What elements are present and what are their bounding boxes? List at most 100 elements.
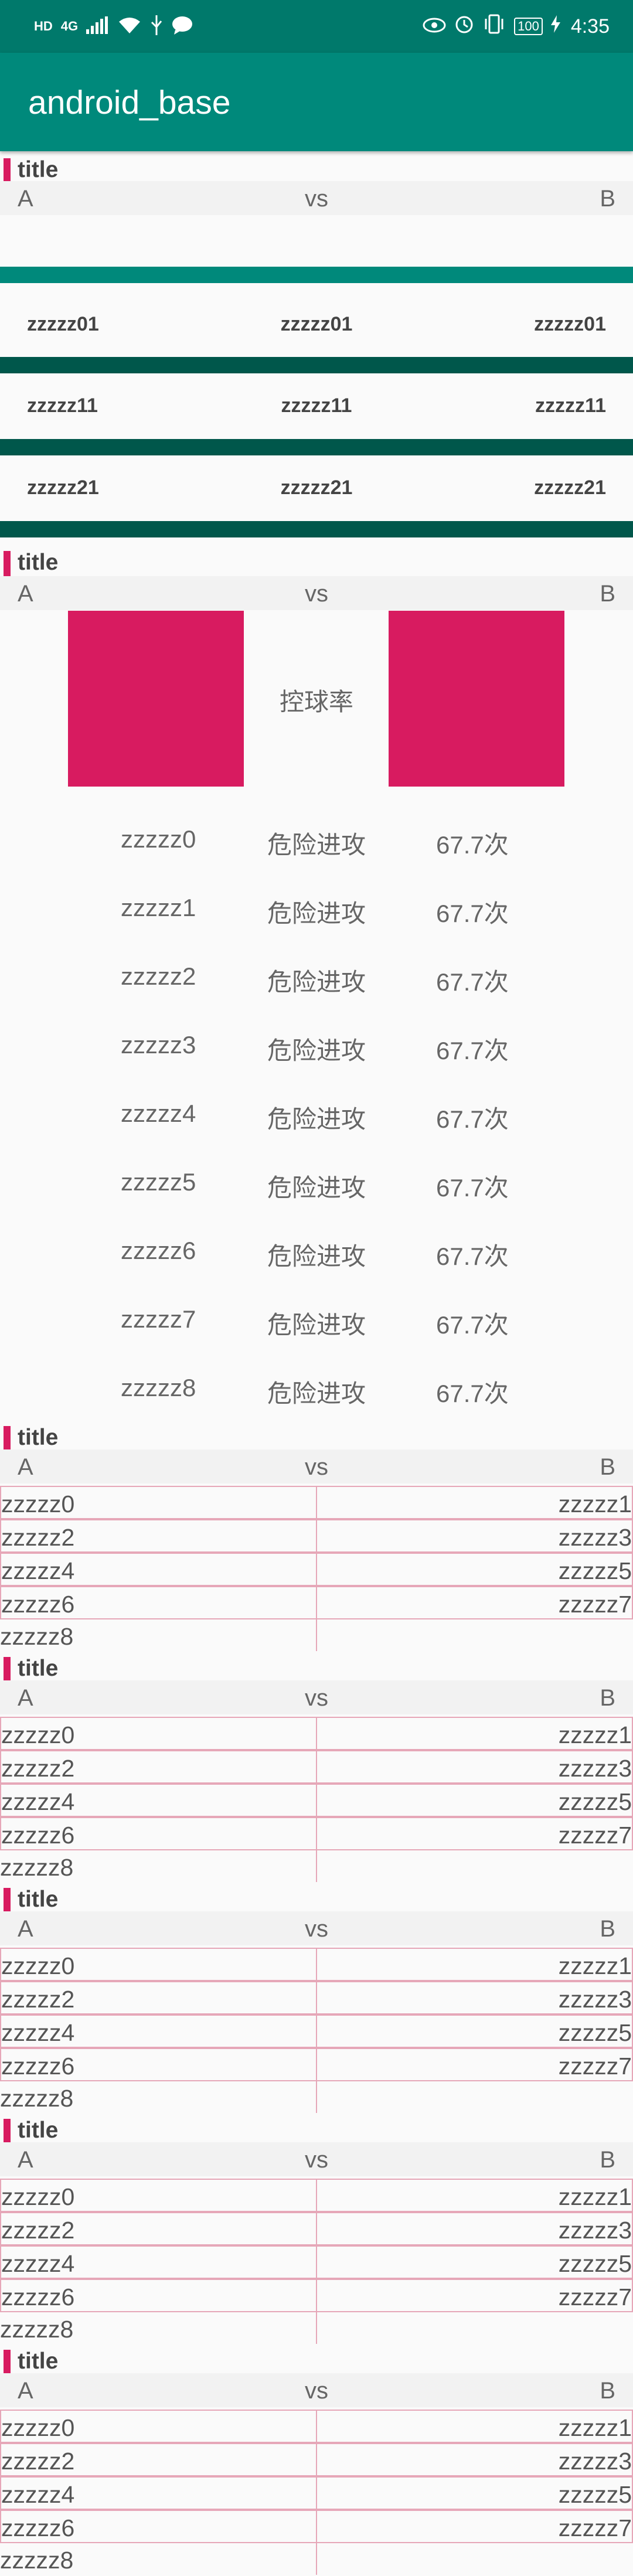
wifi-icon xyxy=(118,16,141,38)
grid-row: zzzzz6 zzzzz7 xyxy=(0,2279,633,2312)
section-title-text: title xyxy=(18,550,59,575)
grid-cell-right: zzzzz1 xyxy=(558,1721,632,1748)
stat-value: 67.7次 xyxy=(436,1311,509,1339)
network-type: 4G xyxy=(60,19,79,33)
grid-cell-left: zzzzz4 xyxy=(1,2250,75,2277)
team-header: Avs B xyxy=(0,2373,633,2407)
grid-row: zzzzz6 zzzzz7 xyxy=(0,1586,633,1619)
section-title-text: title xyxy=(18,2118,59,2143)
divider-strip xyxy=(0,357,633,373)
grid-cell-left: zzzzz6 xyxy=(1,2053,75,2080)
grid-row: zzzzz2 zzzzz3 xyxy=(0,1981,633,2014)
stat-label: 危险进攻 xyxy=(267,1243,366,1270)
stat-row: zzzzz8 危险进攻 67.7次 xyxy=(0,1353,633,1421)
grid-cell-left: zzzzz0 xyxy=(1,1491,75,1517)
grid-cell-right: zzzzz7 xyxy=(558,2514,632,2541)
stat-value: 67.7次 xyxy=(436,1243,509,1270)
vs-label: vs xyxy=(305,1685,328,1711)
grid-cell-left: zzzzz4 xyxy=(1,2019,75,2046)
vs-label: vs xyxy=(305,2147,328,2173)
stat-label: 危险进攻 xyxy=(267,900,366,927)
grid-cell-left: zzzzz6 xyxy=(1,1822,75,1849)
section-title: title xyxy=(0,546,633,579)
list-item: zzzzz21 zzzzz21 zzzzz21 xyxy=(0,462,633,516)
stat-label: 危险进攻 xyxy=(267,1037,366,1064)
grid-cell-left: zzzzz0 xyxy=(1,2183,75,2210)
team-header: Avs B xyxy=(0,1449,633,1483)
stat-row: zzzzz7 危险进攻 67.7次 xyxy=(0,1284,633,1353)
team-header: Avs B xyxy=(0,1680,633,1714)
stat-value: 67.7次 xyxy=(436,831,509,859)
vs-label: vs xyxy=(305,581,328,607)
grid-cell-right: zzzzz1 xyxy=(558,2183,632,2210)
vibrate-icon xyxy=(482,14,506,39)
grid-row: zzzzz4 zzzzz5 xyxy=(0,2245,633,2279)
grid-cell-right: zzzzz3 xyxy=(558,2448,632,2475)
stat-label: 危险进攻 xyxy=(267,968,366,996)
section-title-text: title xyxy=(18,1887,59,1912)
battery-icon: 100 xyxy=(514,18,543,35)
divider-strip xyxy=(0,439,633,455)
grid-cell-left: zzzzz8 xyxy=(0,1854,74,1881)
stat-row: zzzzz5 危险进攻 67.7次 xyxy=(0,1147,633,1216)
section-marker xyxy=(4,158,11,184)
section-marker xyxy=(4,2119,11,2145)
grid-cell-left: zzzzz0 xyxy=(1,1721,75,1748)
status-bar: HD 4G 100 4:35 xyxy=(0,0,633,53)
cell-right: zzzzz01 xyxy=(534,313,606,335)
grid-cell-right: zzzzz5 xyxy=(558,2481,632,2508)
grid-cell-right: zzzzz3 xyxy=(558,1524,632,1551)
team-b-label: B xyxy=(600,186,615,212)
grid-row: zzzzz2 zzzzz3 xyxy=(0,2212,633,2245)
section-title-text: title xyxy=(18,157,59,182)
stat-label: 危险进攻 xyxy=(267,1311,366,1339)
grid-row: zzzzz4 zzzzz5 xyxy=(0,1784,633,1817)
grid-row: zzzzz8 xyxy=(0,1619,633,1653)
grid-row: zzzzz8 xyxy=(0,2081,633,2115)
stat-value: 67.7次 xyxy=(436,1380,509,1407)
stat-label: 危险进攻 xyxy=(267,831,366,859)
stat-row: zzzzz4 危险进攻 67.7次 xyxy=(0,1078,633,1147)
team-b-label: B xyxy=(600,1916,615,1942)
stat-row: zzzzz6 危险进攻 67.7次 xyxy=(0,1216,633,1284)
grid-cell-right: zzzzz7 xyxy=(558,1822,632,1849)
grid-cell-left: zzzzz2 xyxy=(1,1524,75,1551)
eye-icon xyxy=(423,15,446,38)
grid-row: zzzzz4 zzzzz5 xyxy=(0,1553,633,1586)
section-title-text: title xyxy=(18,1425,59,1450)
possession-label: 控球率 xyxy=(279,688,353,716)
section-marker xyxy=(4,2350,11,2376)
section-marker xyxy=(4,1657,11,1683)
team-b-label: B xyxy=(600,1685,615,1711)
clock: 4:35 xyxy=(570,15,610,38)
grid-cell-left: zzzzz8 xyxy=(0,2316,74,2343)
signal-icon xyxy=(86,16,110,37)
stat-row: zzzzz0 危险进攻 67.7次 xyxy=(0,804,633,873)
grid-row: zzzzz0 zzzzz1 xyxy=(0,2410,633,2443)
grid-cell-right: zzzzz5 xyxy=(558,2019,632,2046)
grid-cell-right: zzzzz3 xyxy=(558,2217,632,2244)
grid-row: zzzzz0 zzzzz1 xyxy=(0,1948,633,1981)
grid-cell-right: zzzzz1 xyxy=(558,1952,632,1979)
grid-row: zzzzz4 zzzzz5 xyxy=(0,2476,633,2510)
grid-cell-left: zzzzz0 xyxy=(1,2414,75,2441)
stat-value: 67.7次 xyxy=(436,900,509,927)
section-marker xyxy=(4,1426,11,1452)
grid-row: zzzzz6 zzzzz7 xyxy=(0,2510,633,2543)
grid-cell-right: zzzzz7 xyxy=(558,1591,632,1618)
grid-row: zzzzz0 zzzzz1 xyxy=(0,1717,633,1750)
grid-cell-left: zzzzz2 xyxy=(1,2448,75,2475)
charging-icon xyxy=(550,15,560,38)
grid-row: zzzzz8 xyxy=(0,2543,633,2576)
stat-value: 67.7次 xyxy=(436,1105,509,1133)
grid-cell-left: zzzzz2 xyxy=(1,1755,75,1782)
grid-row: zzzzz0 zzzzz1 xyxy=(0,2179,633,2212)
grid-cell-left: zzzzz4 xyxy=(1,2481,75,2508)
team-b-label: B xyxy=(600,2147,615,2173)
vs-label: vs xyxy=(305,2378,328,2404)
grid-cell-left: zzzzz2 xyxy=(1,2217,75,2244)
stat-value: 67.7次 xyxy=(436,1174,509,1202)
grid-row: zzzzz6 zzzzz7 xyxy=(0,1817,633,1850)
list-item: zzzzz01 zzzzz01 zzzzz01 xyxy=(0,299,633,353)
cell-right: zzzzz21 xyxy=(534,477,606,499)
